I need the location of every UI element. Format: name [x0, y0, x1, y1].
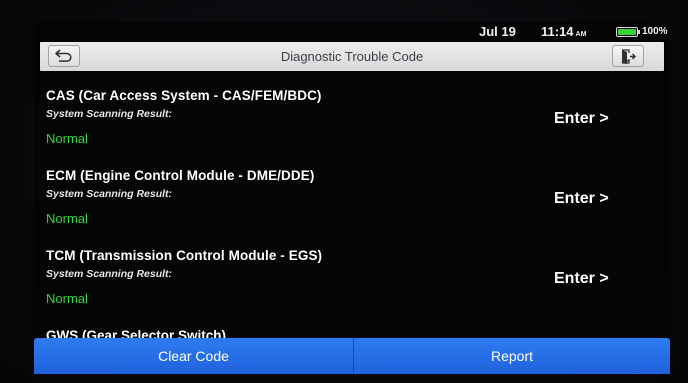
report-button[interactable]: Report	[354, 338, 670, 374]
status-bar: Jul 19 11:14 AM 100%	[34, 22, 670, 41]
module-subtitle: System Scanning Result:	[46, 268, 173, 280]
module-result: Normal	[46, 211, 88, 226]
status-time-value: 11:14	[541, 24, 574, 39]
module-row-ecm: ECM (Engine Control Module - DME/DDE) Sy…	[34, 168, 670, 248]
module-title: ECM (Engine Control Module - DME/DDE)	[46, 168, 315, 183]
battery-percent: 100%	[642, 26, 668, 37]
module-result: Normal	[46, 291, 88, 306]
module-subtitle: System Scanning Result:	[46, 188, 173, 200]
module-row-cas: CAS (Car Access System - CAS/FEM/BDC) Sy…	[34, 88, 670, 168]
battery-fill	[618, 29, 636, 35]
battery-tip	[638, 30, 640, 34]
module-result: Normal	[46, 131, 88, 146]
status-time: 11:14 AM	[541, 24, 586, 39]
module-row-tcm: TCM (Transmission Control Module - EGS) …	[34, 248, 670, 328]
status-ampm: AM	[575, 31, 587, 38]
module-title: CAS (Car Access System - CAS/FEM/BDC)	[46, 88, 322, 103]
enter-button-ecm[interactable]: Enter >	[554, 190, 609, 208]
device-frame: Jul 19 11:14 AM 100% Diagnostic Trouble C…	[0, 0, 688, 383]
exit-icon	[621, 49, 636, 64]
exit-button[interactable]	[612, 45, 644, 67]
header-bar: Diagnostic Trouble Code	[40, 42, 664, 71]
device-screen: Jul 19 11:14 AM 100% Diagnostic Trouble C…	[34, 22, 670, 374]
module-title: TCM (Transmission Control Module - EGS)	[46, 248, 323, 263]
clear-code-button[interactable]: Clear Code	[34, 338, 353, 374]
status-date: Jul 19	[479, 24, 516, 39]
enter-button-cas[interactable]: Enter >	[554, 110, 609, 128]
page-title: Diagnostic Trouble Code	[280, 49, 424, 64]
enter-button-tcm[interactable]: Enter >	[554, 270, 609, 288]
battery-icon	[616, 27, 640, 37]
module-subtitle: System Scanning Result:	[46, 108, 173, 120]
